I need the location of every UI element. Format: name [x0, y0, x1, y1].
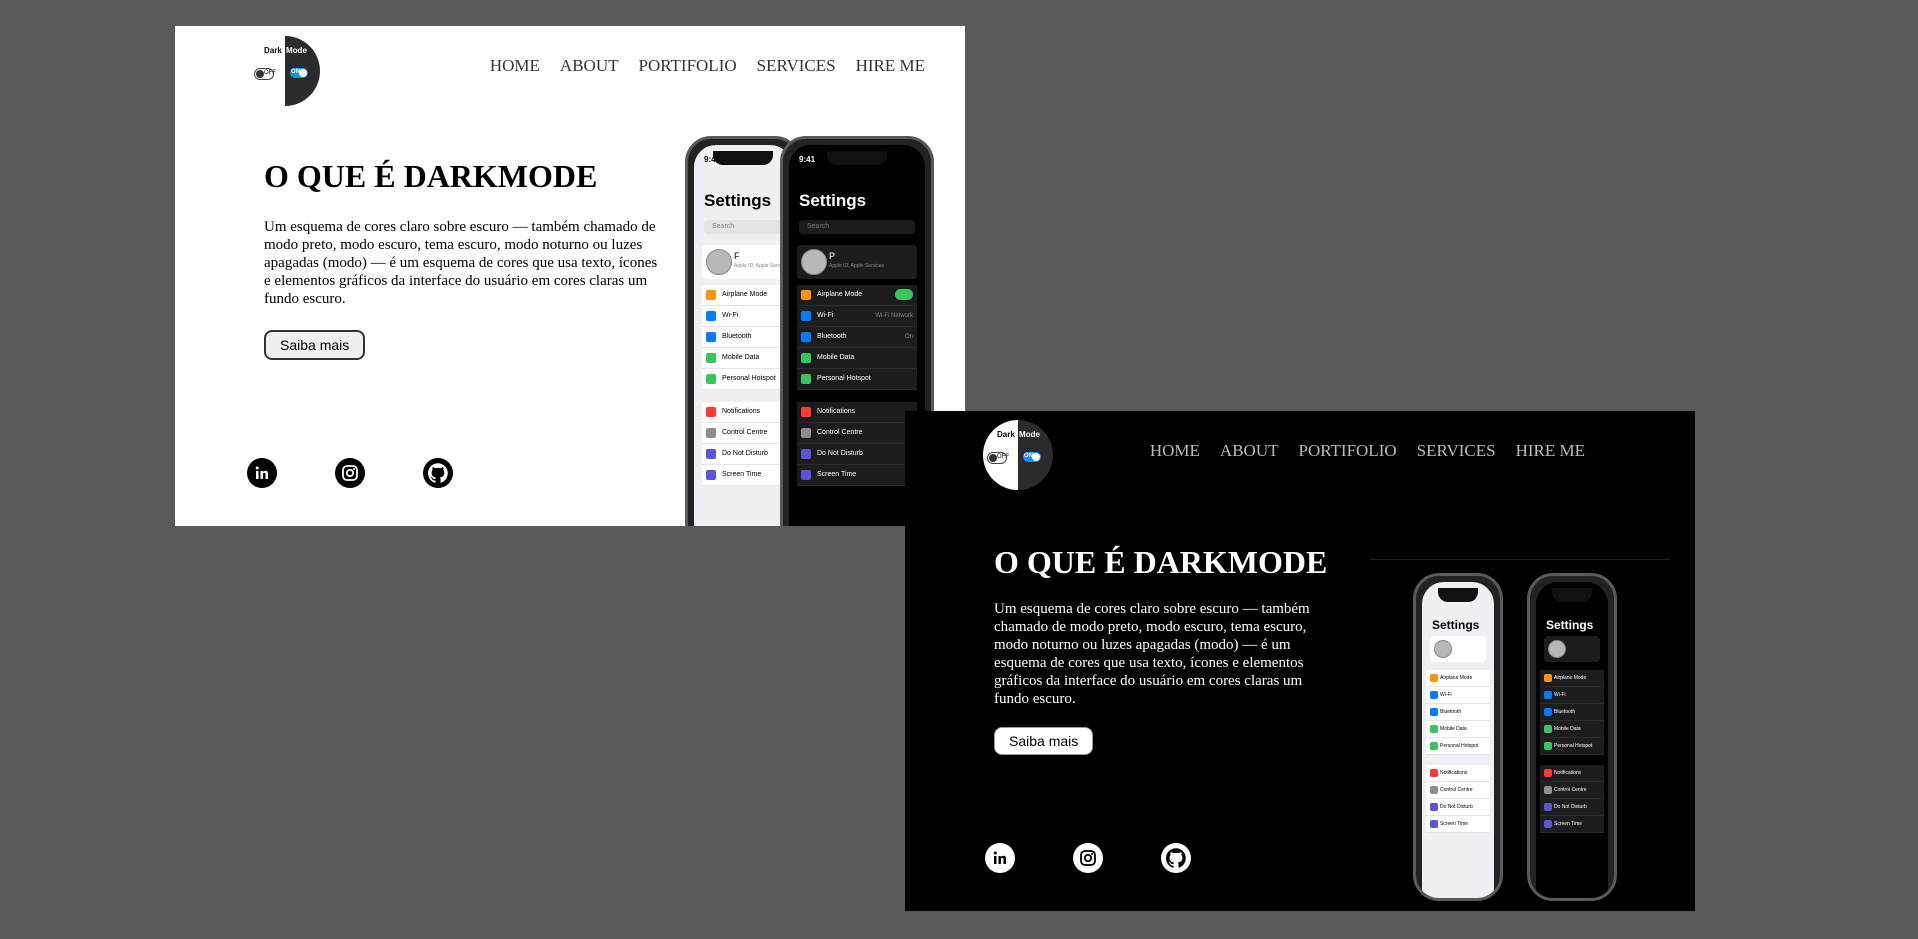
instagram-icon[interactable] — [335, 458, 365, 488]
settings-profile: P Apple ID, Apple Services — [797, 245, 917, 279]
list-item: Notifications — [702, 402, 784, 423]
page-title: O QUE É DARKMODE — [264, 158, 598, 194]
list-item: Bluetooth — [1426, 704, 1490, 721]
toggle-off-icon: OFF — [254, 68, 276, 80]
list-item: Mobile Data — [1426, 721, 1490, 738]
list-item: Screen Time — [797, 465, 917, 486]
page-title: O QUE É DARKMODE — [994, 544, 1328, 580]
main-nav: HOME ABOUT PORTIFOLIO SERVICES HIRE ME — [1150, 441, 1585, 461]
settings-heading: Settings — [1546, 618, 1594, 632]
instagram-icon[interactable] — [1073, 843, 1103, 873]
avatar — [706, 249, 732, 275]
list-item: Wi-Fi — [702, 306, 784, 327]
status-time: 9:41 — [704, 155, 721, 164]
settings-profile — [1430, 636, 1486, 662]
dark-mode-preview: Dark Mode OFF ON HOME ABOUT PORTIFOLIO S… — [905, 411, 1695, 911]
darkmode-logo[interactable]: Dark Mode OFF ON — [983, 420, 1053, 490]
avatar — [1548, 640, 1566, 658]
list-item: Wi-Fi Wi-Fi Network — [797, 306, 917, 327]
settings-heading: Settings — [799, 191, 867, 210]
list-item: Screen Time — [1426, 816, 1490, 833]
logo-text-dark: Dark — [997, 430, 1015, 439]
light-mode-preview: Dark Mode OFF ON HOME ABOUT PORTIFOLIO S… — [175, 26, 965, 526]
settings-profile: F Apple ID, Apple Services — [702, 245, 789, 279]
list-item: Mobile Data — [797, 348, 917, 369]
settings-profile — [1544, 636, 1600, 662]
toggle-on-icon: ON — [290, 68, 308, 78]
settings-heading: Settings — [704, 191, 772, 210]
settings-list: Airplane Mode Wi-Fi Wi-Fi Network Bluetoo… — [797, 285, 917, 486]
list-item: Screen Time — [702, 465, 784, 486]
list-item: Control Centre — [797, 423, 917, 444]
list-item: Do Not Disturb — [702, 444, 784, 465]
list-item: Bluetooth — [702, 327, 784, 348]
settings-search: Search — [799, 220, 915, 234]
logo-text-mode: Mode — [286, 46, 307, 55]
logo-text-mode: Mode — [1019, 430, 1040, 439]
list-item: Airplane Mode — [702, 285, 784, 306]
phone-light-screen: Settings Airplane Mode Wi-Fi Bluetooth M… — [1422, 582, 1494, 898]
saiba-mais-button[interactable]: Saiba mais — [994, 727, 1094, 755]
list-item: Bluetooth — [1540, 704, 1604, 721]
nav-home[interactable]: HOME — [1150, 441, 1200, 461]
linkedin-icon[interactable] — [985, 843, 1015, 873]
nav-services[interactable]: SERVICES — [757, 56, 836, 76]
list-item: Control Centre — [702, 423, 784, 444]
github-icon[interactable] — [1161, 843, 1191, 873]
list-item: Wi-Fi — [1540, 687, 1604, 704]
list-item: Personal Hotspot — [702, 369, 784, 390]
saiba-mais-button[interactable]: Saiba mais — [264, 330, 366, 360]
hero-description: Um esquema de cores claro sobre escuro —… — [994, 601, 1310, 707]
list-item: Control Centre — [1426, 782, 1490, 799]
toggle-on-icon: ON — [1023, 452, 1041, 462]
linkedin-icon[interactable] — [247, 458, 277, 488]
settings-list: Airplane Mode Wi-Fi Bluetooth Mobile Dat… — [702, 285, 784, 486]
avatar — [1434, 640, 1452, 658]
list-item: Personal Hotspot — [797, 369, 917, 390]
nav-about[interactable]: ABOUT — [560, 56, 619, 76]
main-nav: HOME ABOUT PORTIFOLIO SERVICES HIRE ME — [490, 56, 925, 76]
phone-dark-screen: Settings Airplane Mode Wi-Fi Bluetooth M… — [1536, 582, 1608, 898]
nav-hire-me[interactable]: HIRE ME — [1516, 441, 1585, 461]
list-item: Mobile Data — [1540, 721, 1604, 738]
nav-about[interactable]: ABOUT — [1220, 441, 1279, 461]
nav-services[interactable]: SERVICES — [1417, 441, 1496, 461]
settings-search: Search — [704, 220, 782, 234]
status-time: 9:41 — [799, 155, 816, 164]
list-item: Notifications — [1426, 765, 1490, 782]
list-item: Notifications — [797, 402, 917, 423]
github-icon[interactable] — [423, 458, 453, 488]
list-item: Do Not Disturb — [1540, 799, 1604, 816]
settings-heading: Settings — [1432, 618, 1480, 632]
logo-text-dark: Dark — [264, 46, 282, 55]
phone-light-mockup: Settings Airplane Mode Wi-Fi Bluetooth M… — [1413, 573, 1503, 901]
nav-portifolio[interactable]: PORTIFOLIO — [638, 56, 736, 76]
nav-home[interactable]: HOME — [490, 56, 540, 76]
list-item: Do Not Disturb — [797, 444, 917, 465]
settings-list: Airplane Mode Wi-Fi Bluetooth Mobile Dat… — [1540, 670, 1604, 833]
list-item: Control Centre — [1540, 782, 1604, 799]
list-item: Mobile Data — [702, 348, 784, 369]
list-item: Personal Hotspot — [1426, 738, 1490, 755]
list-item: Notifications — [1540, 765, 1604, 782]
nav-hire-me[interactable]: HIRE ME — [856, 56, 925, 76]
avatar — [801, 249, 827, 275]
darkmode-logo[interactable]: Dark Mode OFF ON — [250, 36, 320, 106]
list-item: Do Not Disturb — [1426, 799, 1490, 816]
nav-portifolio[interactable]: PORTIFOLIO — [1298, 441, 1396, 461]
phone-dark-mockup: Settings Airplane Mode Wi-Fi Bluetooth M… — [1527, 573, 1617, 901]
list-item: Wi-Fi — [1426, 687, 1490, 704]
toggle-off-icon: OFF — [987, 452, 1009, 464]
list-item: Airplane Mode — [797, 285, 917, 306]
list-item: Personal Hotspot — [1540, 738, 1604, 755]
list-item: Bluetooth On — [797, 327, 917, 348]
list-item: Airplane Mode — [1426, 670, 1490, 687]
list-item: Airplane Mode — [1540, 670, 1604, 687]
hero-description: Um esquema de cores claro sobre escuro —… — [264, 219, 658, 307]
list-item: Screen Time — [1540, 816, 1604, 833]
phone-light-screen: 9:41 Settings Search F Apple ID, Apple S… — [694, 145, 792, 526]
settings-list: Airplane Mode Wi-Fi Bluetooth Mobile Dat… — [1426, 670, 1490, 833]
